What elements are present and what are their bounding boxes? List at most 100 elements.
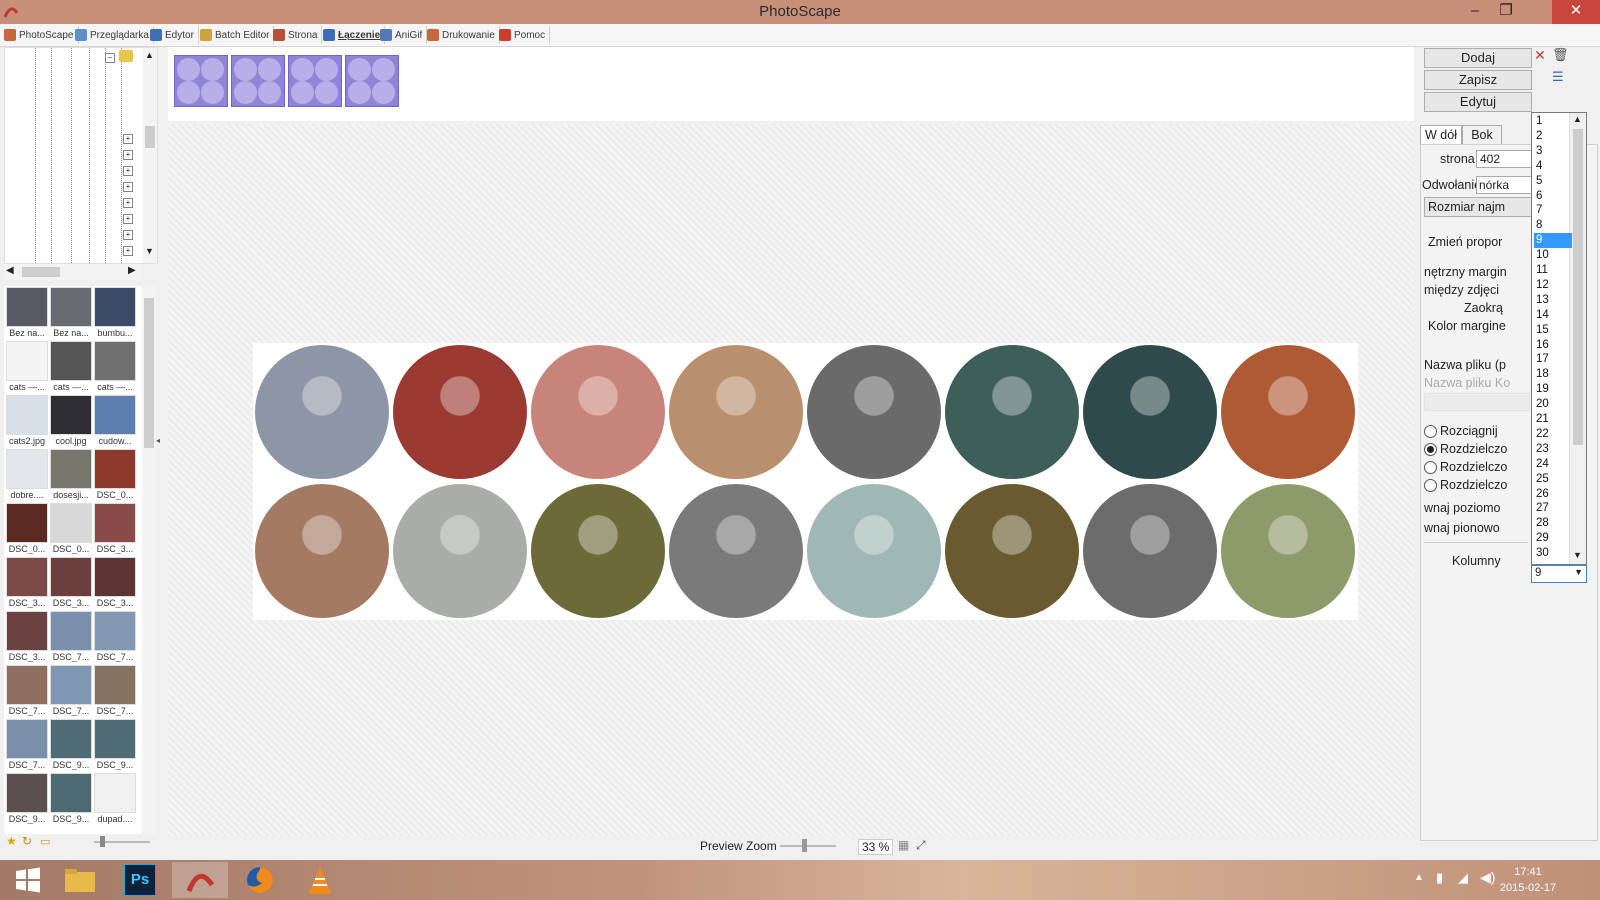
- collage-photo[interactable]: [945, 345, 1079, 479]
- columns-option[interactable]: 30: [1534, 546, 1572, 561]
- chevron-down-icon[interactable]: ▼: [1574, 567, 1583, 577]
- thumbnail-item[interactable]: cudow...: [94, 394, 136, 446]
- thumbnail-item[interactable]: DSC_9...: [50, 718, 92, 770]
- columns-option[interactable]: 17: [1534, 352, 1572, 367]
- columns-option[interactable]: 11: [1534, 263, 1572, 278]
- columns-option[interactable]: 15: [1534, 323, 1572, 338]
- firefox-app[interactable]: [232, 862, 288, 898]
- tree-expand-icon[interactable]: +: [123, 134, 133, 144]
- thumbnail-item[interactable]: DSC_3...: [6, 610, 48, 662]
- trash-icon[interactable]: 🗑: [1552, 47, 1569, 63]
- columns-option[interactable]: 8: [1534, 218, 1572, 233]
- reflection-input[interactable]: nórka: [1476, 176, 1532, 194]
- tab-edytor[interactable]: Edytor: [148, 26, 199, 44]
- save-button[interactable]: Zapisz: [1424, 70, 1532, 90]
- collage-photo[interactable]: [807, 484, 941, 618]
- columns-option[interactable]: 22: [1534, 427, 1572, 442]
- thumbnail-item[interactable]: DSC_7...: [6, 718, 48, 770]
- clock[interactable]: 17:41 2015-02-17: [1488, 864, 1568, 896]
- edit-button[interactable]: Edytuj: [1424, 92, 1532, 112]
- thumbnail-item[interactable]: Bez na...: [6, 286, 48, 338]
- scroll-right-icon[interactable]: ▶: [128, 265, 136, 276]
- thumbnail-item[interactable]: cool.jpg: [50, 394, 92, 446]
- collage-photo[interactable]: [807, 345, 941, 479]
- maximize-button[interactable]: ❐: [1491, 0, 1521, 24]
- thumbnail-item[interactable]: DSC_7...: [50, 664, 92, 716]
- collapse-panel-icon[interactable]: ◂: [156, 436, 160, 445]
- columns-option[interactable]: 23: [1534, 442, 1572, 457]
- tab-photoscape[interactable]: PhotoScape: [2, 26, 79, 44]
- scroll-up-icon[interactable]: ▲: [1573, 114, 1582, 124]
- refresh-icon[interactable]: ↻: [22, 834, 32, 848]
- folder-tree[interactable]: − + + + + + + + + ▲ ▼: [4, 47, 158, 264]
- tree-expand-icon[interactable]: +: [123, 246, 133, 256]
- tab-side[interactable]: Bok: [1462, 125, 1502, 145]
- tab-down[interactable]: W dół: [1420, 125, 1462, 145]
- tab-strona[interactable]: Strona: [271, 26, 323, 44]
- zoom-slider[interactable]: [780, 845, 836, 847]
- tree-expand-icon[interactable]: +: [123, 166, 133, 176]
- thumbnail-item[interactable]: DSC_9...: [50, 772, 92, 824]
- thumbnail-item[interactable]: DSC_3...: [50, 556, 92, 608]
- remove-icon[interactable]: ✕: [1534, 47, 1546, 64]
- thumbnail-scrollbar[interactable]: [142, 286, 156, 834]
- fit-icon[interactable]: ⤢: [916, 838, 926, 853]
- thumbnail-item[interactable]: DSC_7...: [50, 610, 92, 662]
- collage-photo[interactable]: [669, 345, 803, 479]
- template-thumbnail[interactable]: [288, 55, 342, 107]
- thumbnail-item[interactable]: dosesji...: [50, 448, 92, 500]
- slider-thumb[interactable]: [100, 836, 105, 847]
- columns-option[interactable]: 26: [1534, 487, 1572, 502]
- tree-vertical-scrollbar[interactable]: ▲ ▼: [143, 48, 157, 263]
- radio-resolution-1[interactable]: [1424, 443, 1437, 456]
- star-icon[interactable]: ★: [6, 834, 17, 848]
- thumbnail-item[interactable]: DSC_3...: [94, 556, 136, 608]
- thumbnail-item[interactable]: cats —...: [6, 340, 48, 392]
- tab-batch-editor[interactable]: Batch Editor: [198, 26, 275, 44]
- collage-photo[interactable]: [255, 484, 389, 618]
- thumbnail-item[interactable]: dobre....: [6, 448, 48, 500]
- thumbnail-item[interactable]: bumbu...: [94, 286, 136, 338]
- open-folder-icon[interactable]: ▭: [40, 835, 50, 848]
- thumbnail-item[interactable]: DSC_3...: [6, 556, 48, 608]
- collage-photo[interactable]: [945, 484, 1079, 618]
- vlc-app[interactable]: [292, 862, 348, 898]
- columns-option[interactable]: 1: [1534, 114, 1572, 129]
- columns-option[interactable]: 5: [1534, 174, 1572, 189]
- start-button[interactable]: [0, 862, 56, 898]
- columns-option[interactable]: 21: [1534, 412, 1572, 427]
- thumbnail-item[interactable]: DSC_9...: [6, 772, 48, 824]
- columns-option[interactable]: 18: [1534, 367, 1572, 382]
- template-thumbnail[interactable]: [231, 55, 285, 107]
- template-thumbnail[interactable]: [174, 55, 228, 107]
- tab-pomoc[interactable]: Pomoc: [497, 26, 551, 44]
- photoscape-app[interactable]: [172, 862, 228, 898]
- close-button[interactable]: ✕: [1552, 0, 1600, 24]
- collage-photo[interactable]: [531, 484, 665, 618]
- tab-anigif[interactable]: AniGif: [378, 26, 428, 44]
- tab-drukowanie[interactable]: Drukowanie: [425, 26, 500, 44]
- checker-icon[interactable]: ▦: [898, 838, 909, 852]
- collage-photo[interactable]: [393, 484, 527, 618]
- thumbnail-item[interactable]: dupad....: [94, 772, 136, 824]
- collage-photo[interactable]: [1083, 484, 1217, 618]
- file-name-input[interactable]: [1424, 393, 1530, 411]
- thumbnail-browser[interactable]: dupad.... DSC_9... DSC_9... DSC_9... DSC_9..…: [4, 286, 156, 834]
- columns-option[interactable]: 16: [1534, 338, 1572, 353]
- collage-photo[interactable]: [1221, 345, 1355, 479]
- collage-preview[interactable]: [253, 343, 1358, 620]
- columns-option[interactable]: 29: [1534, 531, 1572, 546]
- scroll-down-icon[interactable]: ▼: [1573, 550, 1582, 560]
- thumbnail-item[interactable]: cats —...: [50, 340, 92, 392]
- thumbnail-item[interactable]: DSC_7...: [94, 664, 136, 716]
- columns-dropdown-list[interactable]: ▲ ▼ 1 2 3 4 5 6 7 8 9 10 11 12 13 14 15 16 17 18 19 20 21 22 2…: [1531, 112, 1587, 565]
- radio-stretch[interactable]: [1424, 425, 1437, 438]
- collage-photo[interactable]: [255, 345, 389, 479]
- columns-option[interactable]: 3: [1534, 144, 1572, 159]
- tree-expand-icon[interactable]: +: [123, 198, 133, 208]
- columns-option[interactable]: 25: [1534, 472, 1572, 487]
- network-icon[interactable]: ◢: [1458, 870, 1468, 886]
- columns-select[interactable]: 9 ▼: [1531, 565, 1587, 583]
- tree-expand-icon[interactable]: +: [123, 230, 133, 240]
- collage-photo[interactable]: [1083, 345, 1217, 479]
